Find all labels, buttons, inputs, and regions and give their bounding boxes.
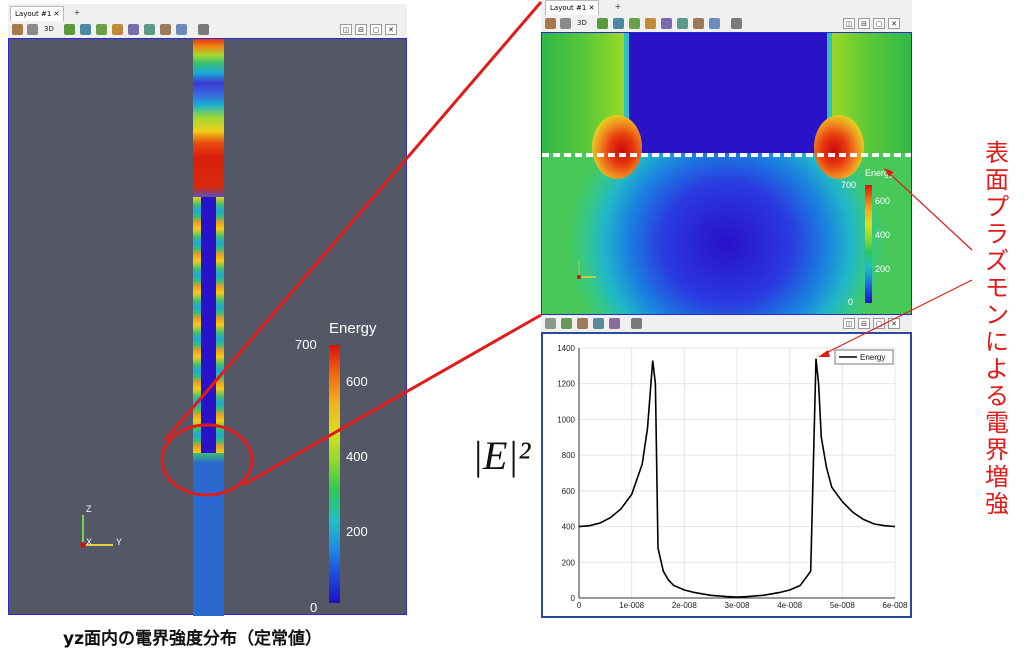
figure-caption: yz面内の電界強度分布（定常値） xyxy=(63,629,322,649)
annotation-connectors xyxy=(160,1,973,497)
